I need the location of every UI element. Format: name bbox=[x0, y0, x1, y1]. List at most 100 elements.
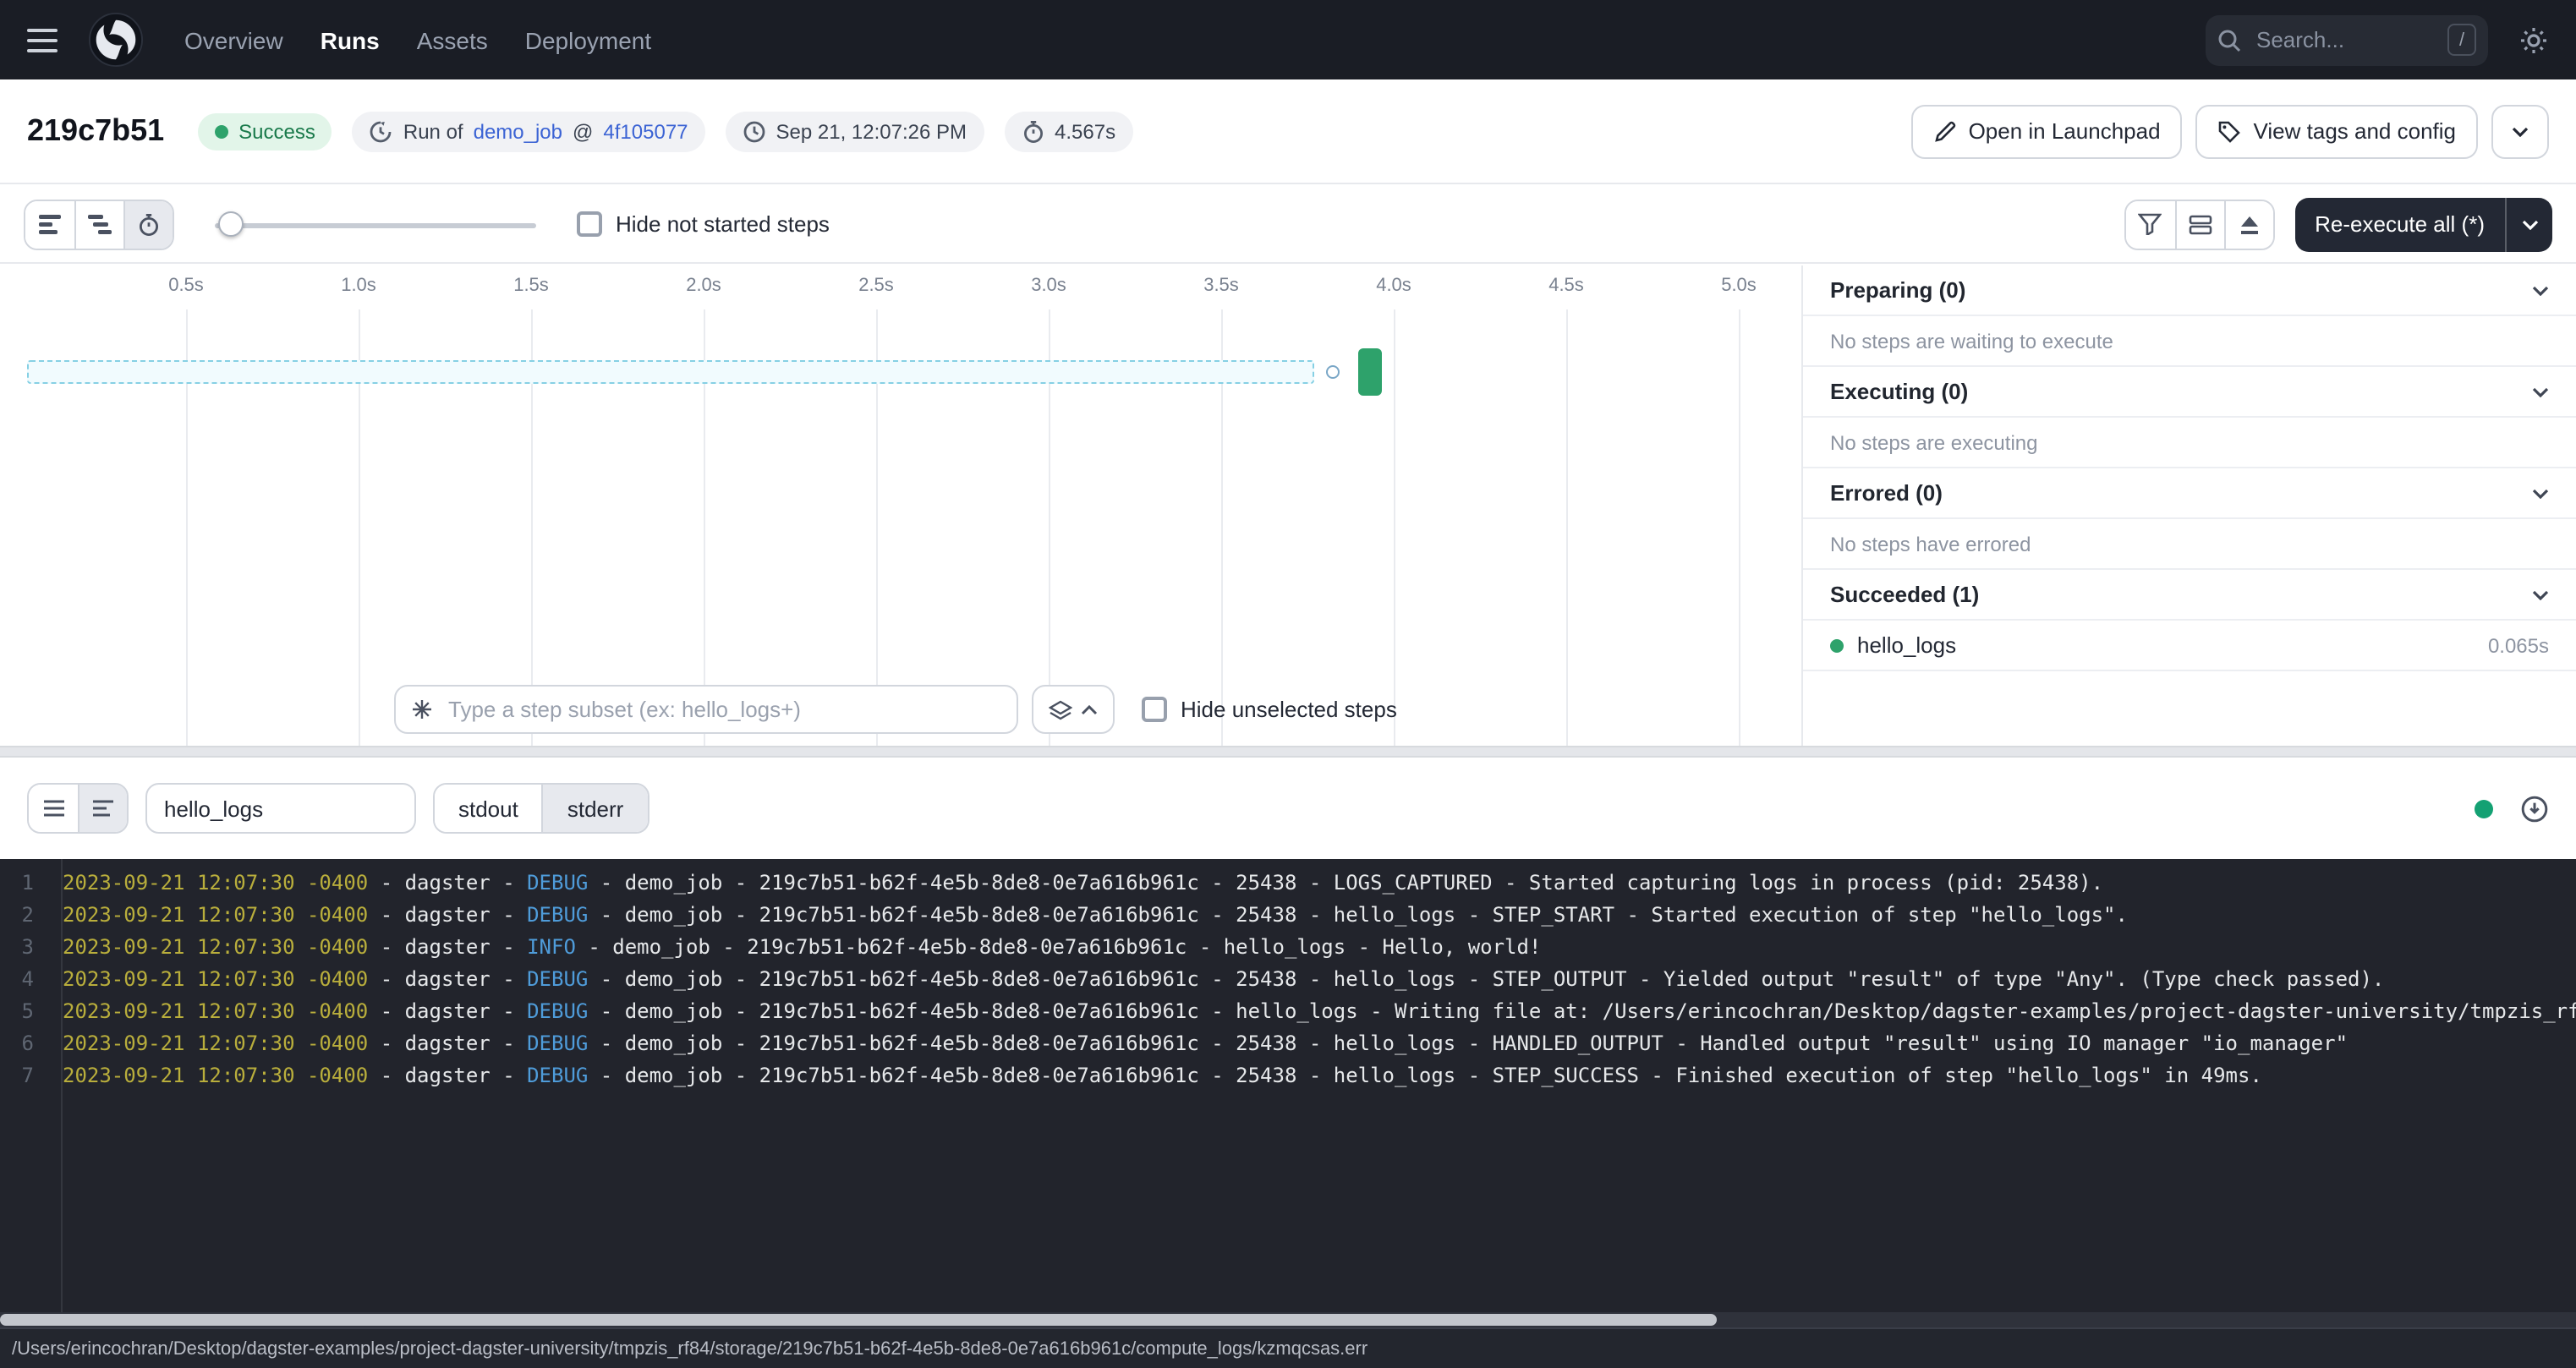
tag-icon bbox=[2218, 119, 2242, 143]
job-link[interactable]: demo_job bbox=[474, 119, 562, 143]
log-line-text: 2023-09-21 12:07:30 -0400 - dagster - IN… bbox=[47, 932, 1541, 964]
section-header-executing[interactable]: Executing (0) bbox=[1803, 367, 2576, 418]
nav-item-assets[interactable]: Assets bbox=[417, 26, 488, 53]
collapse-panel-button[interactable] bbox=[2223, 200, 2272, 248]
log-h-scrollbar-thumb[interactable] bbox=[0, 1314, 1717, 1326]
step-name: hello_logs bbox=[1857, 632, 1956, 658]
gantt-gridline bbox=[1739, 309, 1740, 746]
step-row-hello-logs[interactable]: hello_logs 0.065s bbox=[1803, 621, 2576, 671]
log-line-number: 3 bbox=[0, 932, 47, 964]
search-input[interactable] bbox=[2253, 25, 2436, 54]
waterfall-view-icon bbox=[88, 214, 112, 234]
menu-button[interactable] bbox=[24, 25, 61, 55]
gantt-gridline bbox=[1566, 309, 1568, 746]
log-line-number: 1 bbox=[0, 867, 47, 900]
log-line-number: 4 bbox=[0, 964, 47, 996]
row-density-button[interactable] bbox=[2174, 200, 2223, 248]
nav-item-runs[interactable]: Runs bbox=[321, 26, 380, 53]
log-file-path: /Users/erincochran/Desktop/dagster-examp… bbox=[12, 1338, 1367, 1359]
structured-logs-button[interactable] bbox=[29, 785, 78, 832]
log-line-text: 2023-09-21 12:07:30 -0400 - dagster - DE… bbox=[47, 1028, 2348, 1060]
clock-icon bbox=[743, 119, 766, 143]
stderr-tab[interactable]: stderr bbox=[542, 785, 647, 832]
reexecute-split-button: Re-execute all (*) bbox=[2294, 197, 2552, 251]
section-header-preparing[interactable]: Preparing (0) bbox=[1803, 265, 2576, 316]
section-header-succeeded[interactable]: Succeeded (1) bbox=[1803, 570, 2576, 621]
filter-steps-button[interactable] bbox=[2125, 200, 2174, 248]
live-status-dot-icon bbox=[2475, 799, 2493, 818]
gantt-tick-label: 3.0s bbox=[1031, 276, 1066, 296]
open-launchpad-button[interactable]: Open in Launchpad bbox=[1911, 104, 2183, 158]
download-icon bbox=[2520, 794, 2549, 823]
gantt-tick-label: 2.0s bbox=[686, 276, 721, 296]
section-empty-text: No steps have errored bbox=[1803, 519, 2576, 570]
search-box[interactable]: / bbox=[2206, 14, 2488, 65]
log-line-text: 2023-09-21 12:07:30 -0400 - dagster - DE… bbox=[47, 900, 2128, 932]
gantt-tick-label: 1.0s bbox=[341, 276, 376, 296]
graph-query-toggle-button[interactable] bbox=[1032, 685, 1115, 734]
log-line-text: 2023-09-21 12:07:30 -0400 - dagster - DE… bbox=[47, 964, 2384, 996]
gantt-view-mode-group bbox=[24, 199, 174, 249]
run-id: 219c7b51 bbox=[27, 113, 164, 149]
log-line: 52023-09-21 12:07:30 -0400 - dagster - D… bbox=[0, 996, 2576, 1028]
section-errored: Errored (0) No steps have errored bbox=[1803, 468, 2576, 570]
op-selector-icon bbox=[411, 698, 433, 720]
section-empty-text: No steps are executing bbox=[1803, 418, 2576, 468]
gantt-tick-label: 0.5s bbox=[168, 276, 204, 296]
open-launchpad-label: Open in Launchpad bbox=[1969, 118, 2161, 144]
chevron-down-icon bbox=[2532, 488, 2549, 498]
section-executing: Executing (0) No steps are executing bbox=[1803, 367, 2576, 468]
run-of-pill: Run of demo_job @ 4f105077 bbox=[353, 111, 705, 151]
stdout-tab[interactable]: stdout bbox=[435, 785, 542, 832]
run-steps-panel: Preparing (0) No steps are waiting to ex… bbox=[1801, 265, 2576, 746]
log-step-filter-input[interactable] bbox=[145, 783, 416, 834]
download-logs-button[interactable] bbox=[2520, 794, 2549, 823]
hide-unselected-label: Hide unselected steps bbox=[1181, 697, 1397, 722]
gantt-timed-view-button[interactable] bbox=[123, 200, 173, 248]
run-actions-menu-button[interactable] bbox=[2491, 104, 2549, 158]
log-view-mode-group bbox=[27, 783, 129, 834]
list-icon bbox=[41, 798, 65, 818]
reexecute-menu-button[interactable] bbox=[2505, 197, 2552, 251]
reexecute-all-button[interactable]: Re-execute all (*) bbox=[2294, 197, 2505, 251]
section-title: Errored (0) bbox=[1830, 480, 1943, 506]
hide-unselected-checkbox[interactable] bbox=[1142, 697, 1167, 722]
section-title: Executing (0) bbox=[1830, 379, 1968, 404]
gantt-tick-label: 4.5s bbox=[1548, 276, 1584, 296]
gantt-zoom-slider[interactable] bbox=[215, 199, 536, 249]
log-line: 72023-09-21 12:07:30 -0400 - dagster - D… bbox=[0, 1060, 2576, 1092]
dagster-run-page: OverviewRunsAssetsDeployment / 219c7b51 … bbox=[0, 0, 2576, 1368]
step-subset-inputbox[interactable] bbox=[394, 685, 1018, 734]
slider-knob[interactable] bbox=[218, 211, 244, 236]
log-line-number: 2 bbox=[0, 900, 47, 932]
log-line-text: 2023-09-21 12:07:30 -0400 - dagster - DE… bbox=[47, 996, 2576, 1028]
panel-resize-handle[interactable] bbox=[0, 746, 2576, 758]
status-label: Success bbox=[238, 119, 315, 143]
gantt-waterfall-view-button[interactable] bbox=[74, 200, 123, 248]
duration-pill: 4.567s bbox=[1004, 111, 1132, 151]
code-version-link[interactable]: 4f105077 bbox=[603, 119, 688, 143]
settings-button[interactable] bbox=[2515, 21, 2552, 58]
log-toolbar: stdout stderr bbox=[0, 758, 2576, 859]
nav-item-overview[interactable]: Overview bbox=[184, 26, 283, 53]
gantt-tick-label: 3.5s bbox=[1203, 276, 1239, 296]
section-preparing: Preparing (0) No steps are waiting to ex… bbox=[1803, 265, 2576, 367]
gantt-step-bar-hello-logs[interactable] bbox=[1358, 348, 1382, 396]
hide-not-started-checkbox-row[interactable]: Hide not started steps bbox=[577, 211, 830, 237]
log-line: 12023-09-21 12:07:30 -0400 - dagster - D… bbox=[0, 867, 2576, 900]
section-header-errored[interactable]: Errored (0) bbox=[1803, 468, 2576, 519]
view-tags-config-button[interactable]: View tags and config bbox=[2196, 104, 2478, 158]
chevron-down-icon bbox=[2512, 126, 2529, 136]
pencil-icon bbox=[1933, 119, 1957, 143]
hide-not-started-checkbox[interactable] bbox=[577, 211, 602, 237]
step-subset-input[interactable] bbox=[445, 695, 1001, 724]
hide-unselected-checkbox-row[interactable]: Hide unselected steps bbox=[1142, 697, 1397, 722]
gantt-flat-view-button[interactable] bbox=[25, 200, 74, 248]
dagster-logo[interactable] bbox=[88, 12, 144, 68]
raw-logs-button[interactable] bbox=[78, 785, 127, 832]
log-line-number: 5 bbox=[0, 996, 47, 1028]
section-title: Succeeded (1) bbox=[1830, 582, 1979, 607]
hamburger-icon bbox=[27, 28, 58, 52]
funnel-icon bbox=[2138, 213, 2162, 235]
nav-item-deployment[interactable]: Deployment bbox=[525, 26, 651, 53]
